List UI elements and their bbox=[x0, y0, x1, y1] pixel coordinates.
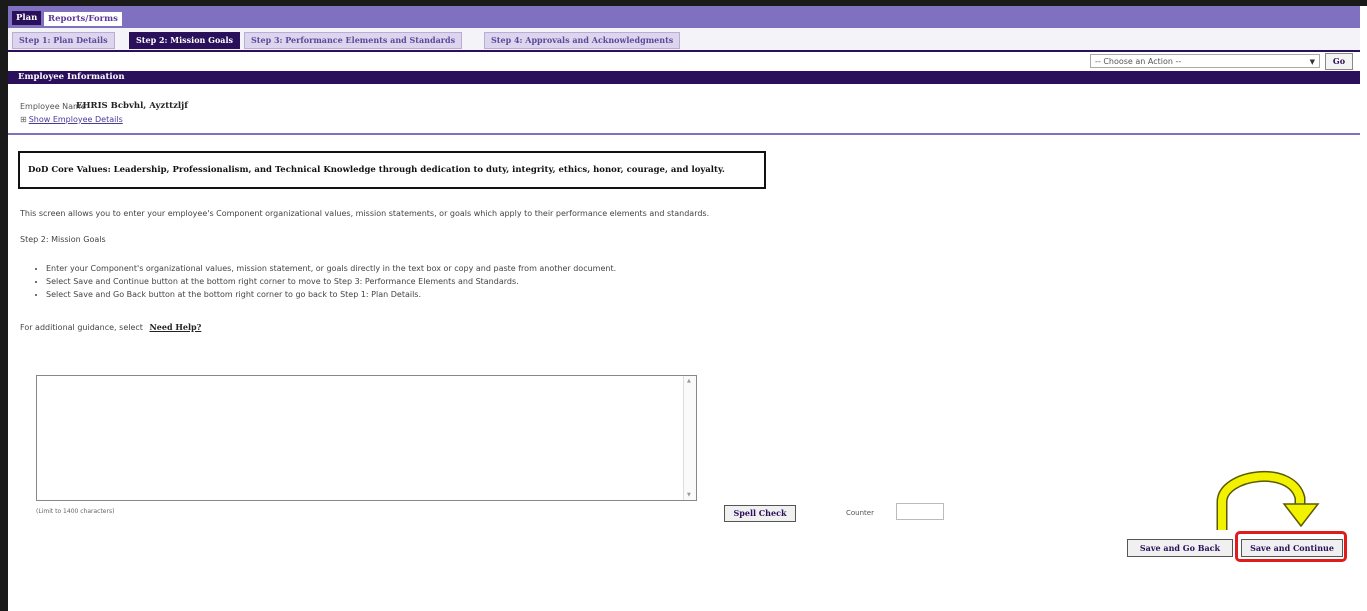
tab-reports-forms[interactable]: Reports/Forms bbox=[43, 11, 123, 27]
tab-step-4-approvals[interactable]: Step 4: Approvals and Acknowledgments bbox=[484, 32, 681, 49]
tab-step-2-mission-goals[interactable]: Step 2: Mission Goals bbox=[129, 32, 241, 49]
employee-name-value: EHRIS Bcbvhl, Ayzttzljf bbox=[76, 101, 188, 111]
tab-plan[interactable]: Plan bbox=[12, 11, 42, 25]
window-frame-left bbox=[0, 0, 8, 611]
list-item: Select Save and Go Back button at the bo… bbox=[46, 288, 616, 301]
list-item: Select Save and Continue button at the b… bbox=[46, 275, 616, 288]
scroll-up-icon[interactable]: ▲ bbox=[687, 378, 691, 384]
employee-info-header: Employee Information bbox=[8, 71, 1360, 84]
scroll-down-icon[interactable]: ▼ bbox=[687, 492, 691, 498]
section-divider bbox=[8, 133, 1360, 135]
go-button[interactable]: Go bbox=[1325, 53, 1353, 70]
tab-step-3-performance-elements[interactable]: Step 3: Performance Elements and Standar… bbox=[244, 32, 463, 49]
tab-step-1-plan-details[interactable]: Step 1: Plan Details bbox=[12, 32, 115, 49]
list-item: Enter your Component's organizational va… bbox=[46, 262, 616, 275]
expand-plus-icon: ⊞ bbox=[20, 115, 27, 124]
character-limit-note: (Limit to 1400 characters) bbox=[36, 508, 115, 515]
choose-action-value: -- Choose an Action -- bbox=[1095, 57, 1182, 66]
spell-check-button[interactable]: Spell Check bbox=[724, 505, 796, 522]
save-and-continue-button[interactable]: Save and Continue bbox=[1241, 539, 1343, 557]
counter-field bbox=[896, 503, 944, 520]
need-help-link[interactable]: Need Help? bbox=[149, 322, 201, 332]
intro-text: This screen allows you to enter your emp… bbox=[20, 209, 710, 218]
textarea-scrollbar[interactable]: ▲ ▼ bbox=[683, 376, 696, 500]
guidance-prefix: For additional guidance, select bbox=[20, 323, 143, 332]
top-nav: Plan Reports/Forms bbox=[8, 6, 1360, 28]
show-employee-details-link[interactable]: ⊞ Show Employee Details bbox=[20, 115, 123, 124]
instruction-list: Enter your Component's organizational va… bbox=[34, 262, 616, 301]
show-employee-details-label: Show Employee Details bbox=[28, 115, 123, 124]
counter-label: Counter bbox=[846, 509, 874, 517]
step-tabs: Step 1: Plan Details Step 2: Mission Goa… bbox=[8, 28, 1360, 52]
curved-arrow-icon bbox=[1216, 471, 1320, 530]
choose-action-select[interactable]: -- Choose an Action -- ▼ bbox=[1090, 54, 1320, 68]
step-title: Step 2: Mission Goals bbox=[20, 235, 106, 244]
core-values-box: DoD Core Values: Leadership, Professiona… bbox=[18, 151, 766, 189]
save-and-go-back-button[interactable]: Save and Go Back bbox=[1127, 539, 1233, 557]
guidance-text: For additional guidance, select Need Hel… bbox=[20, 322, 201, 332]
chevron-down-icon: ▼ bbox=[1309, 58, 1315, 66]
mission-goals-textarea[interactable]: ▲ ▼ bbox=[36, 375, 697, 501]
